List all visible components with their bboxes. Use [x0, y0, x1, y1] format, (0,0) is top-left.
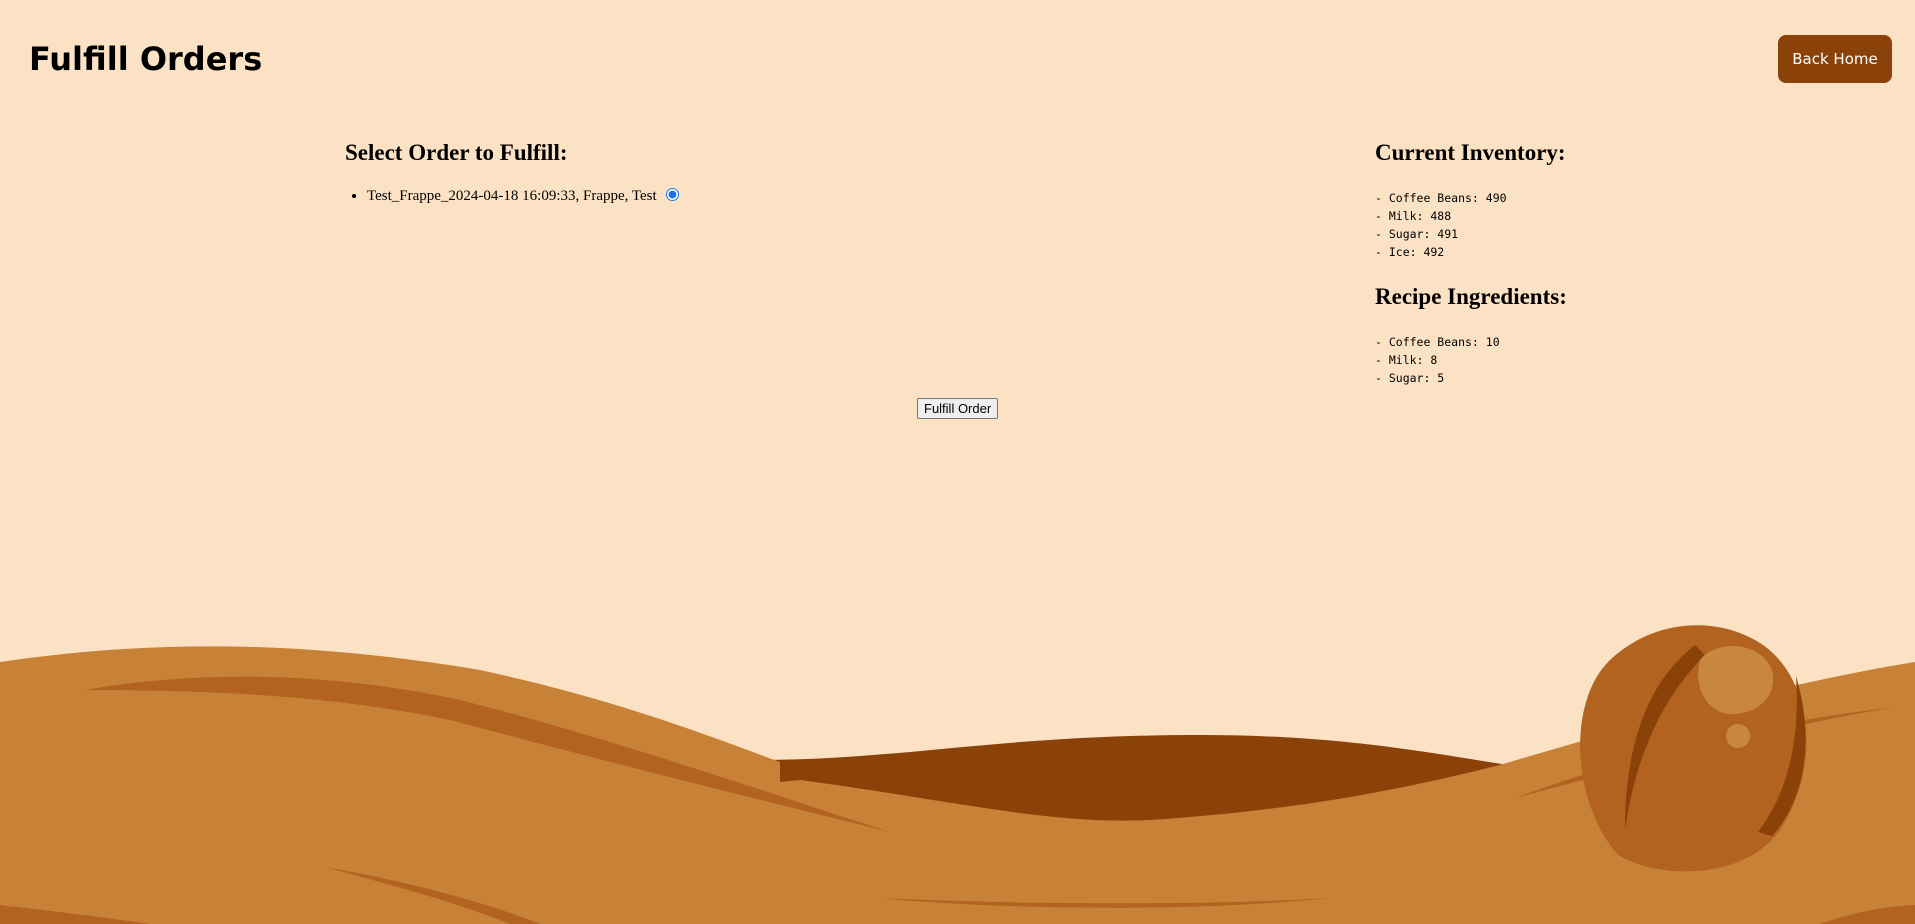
fulfill-order-button[interactable]: Fulfill Order	[917, 398, 999, 419]
page-title: Fulfill Orders	[29, 40, 263, 78]
recipe-line: - Coffee Beans: 10	[1375, 335, 1500, 349]
coffee-bean-icon	[1580, 625, 1807, 872]
inventory-heading: Current Inventory:	[1375, 140, 1566, 165]
inventory-line: - Milk: 488	[1375, 209, 1452, 223]
order-list: Test_Frappe_2024-04-18 16:09:33, Frappe,…	[345, 185, 1045, 207]
recipe-line: - Sugar: 5	[1375, 371, 1445, 385]
recipe-line: - Milk: 8	[1375, 353, 1438, 367]
inventory-line: - Ice: 492	[1375, 245, 1445, 259]
inventory-panel: Current Inventory: - Coffee Beans: 490 -…	[1375, 136, 1715, 387]
inventory-line: - Coffee Beans: 490	[1375, 191, 1507, 205]
order-radio[interactable]	[666, 188, 680, 201]
back-home-button[interactable]: Back Home	[1778, 35, 1892, 83]
recipe-heading: Recipe Ingredients:	[1375, 284, 1567, 309]
order-selection-section: Select Order to Fulfill: Test_Frappe_202…	[345, 136, 1045, 207]
order-label: Test_Frappe_2024-04-18 16:09:33, Frappe,…	[367, 188, 657, 204]
inventory-line: - Sugar: 491	[1375, 227, 1459, 241]
inventory-list: - Coffee Beans: 490 - Milk: 488 - Sugar:…	[1375, 189, 1715, 261]
order-selection-heading: Select Order to Fulfill:	[345, 140, 568, 165]
recipe-list: - Coffee Beans: 10 - Milk: 8 - Sugar: 5	[1375, 333, 1715, 387]
list-item: Test_Frappe_2024-04-18 16:09:33, Frappe,…	[367, 185, 1045, 207]
page: Fulfill Orders Back Home Select Order to…	[0, 0, 1915, 924]
